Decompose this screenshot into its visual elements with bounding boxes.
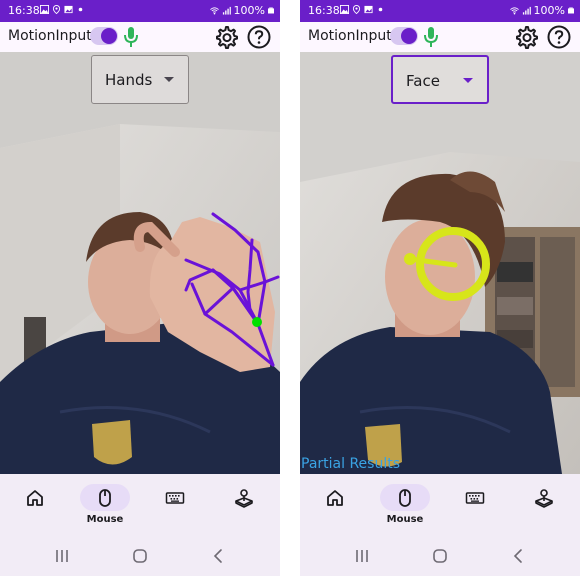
status-bar: 16:38 100% (300, 0, 580, 22)
camera-preview: Face Partial Results (300, 52, 580, 474)
battery-icon (268, 7, 274, 14)
nav-keyboard[interactable] (145, 474, 205, 536)
dropdown-arrow-icon (463, 78, 473, 83)
nav-joystick[interactable] (214, 474, 274, 536)
app-bar: MotionInput (0, 22, 280, 52)
help-icon[interactable] (247, 25, 271, 49)
face-tracking-point (404, 253, 416, 265)
wifi-icon (209, 7, 219, 15)
mode-dropdown[interactable]: Face (391, 55, 489, 104)
system-navigation-bar (300, 536, 580, 576)
joystick-icon (535, 489, 553, 508)
status-time: 16:38 (308, 4, 340, 17)
camera-feed-scene (0, 52, 280, 474)
nav-joystick[interactable] (514, 474, 574, 536)
recent-apps-icon[interactable] (353, 547, 371, 565)
home-icon (327, 490, 343, 506)
status-time: 16:38 (8, 4, 40, 17)
gallery-icon (364, 5, 373, 14)
mic-icon[interactable] (423, 26, 439, 48)
motion-input-toggle[interactable] (90, 27, 118, 45)
back-icon[interactable] (509, 547, 527, 565)
mic-icon[interactable] (123, 26, 139, 48)
nav-home[interactable] (305, 474, 365, 536)
nav-home[interactable] (5, 474, 65, 536)
keyboard-icon (465, 492, 485, 504)
app-bar: MotionInput (300, 22, 580, 52)
dropdown-arrow-icon (164, 77, 174, 82)
photo-icon (340, 5, 349, 14)
phone-screen-hands: 16:38 100% MotionInput Hands Mouse (0, 0, 280, 576)
joystick-icon (235, 489, 253, 508)
nav-keyboard[interactable] (445, 474, 505, 536)
bottom-navigation: Mouse (0, 474, 280, 536)
signal-icon (522, 6, 531, 15)
nav-mouse-label: Mouse (86, 514, 124, 525)
location-icon (352, 5, 361, 14)
battery-percent: 100% (533, 4, 565, 17)
toggle-knob (401, 28, 417, 44)
recent-apps-icon[interactable] (53, 547, 71, 565)
camera-preview: Hands (0, 52, 280, 474)
mode-dropdown[interactable]: Hands (91, 55, 189, 104)
gear-icon[interactable] (214, 25, 238, 49)
nav-mouse[interactable]: Mouse (375, 474, 435, 536)
dot-icon (378, 7, 383, 12)
gallery-icon (64, 5, 73, 14)
nav-mouse-label: Mouse (386, 514, 424, 525)
battery-percent: 100% (233, 4, 265, 17)
home-circle-icon[interactable] (431, 547, 449, 565)
bottom-navigation: Mouse (300, 474, 580, 536)
partial-results-text: Partial Results (301, 456, 400, 472)
help-icon[interactable] (547, 25, 571, 49)
mode-dropdown-value: Face (406, 72, 440, 90)
mouse-icon (399, 489, 411, 507)
nav-mouse[interactable]: Mouse (75, 474, 135, 536)
gear-icon[interactable] (514, 25, 538, 49)
home-circle-icon[interactable] (131, 547, 149, 565)
mode-dropdown-value: Hands (105, 71, 153, 89)
system-navigation-bar (0, 536, 280, 576)
camera-feed-scene (300, 52, 580, 474)
motion-input-toggle[interactable] (390, 27, 418, 45)
app-title: MotionInput (308, 28, 392, 44)
location-icon (52, 5, 61, 14)
dot-icon (78, 7, 83, 12)
back-icon[interactable] (209, 547, 227, 565)
status-bar: 16:38 100% (0, 0, 280, 22)
hand-tracking-point (252, 317, 262, 327)
battery-icon (568, 7, 574, 14)
home-icon (27, 490, 43, 506)
mouse-icon (99, 489, 111, 507)
signal-icon (222, 6, 231, 15)
app-title: MotionInput (8, 28, 92, 44)
keyboard-icon (165, 492, 185, 504)
phone-screen-face: 16:38 100% MotionInput Face Partial Resu… (300, 0, 580, 576)
wifi-icon (509, 7, 519, 15)
toggle-knob (101, 28, 117, 44)
photo-icon (40, 5, 49, 14)
